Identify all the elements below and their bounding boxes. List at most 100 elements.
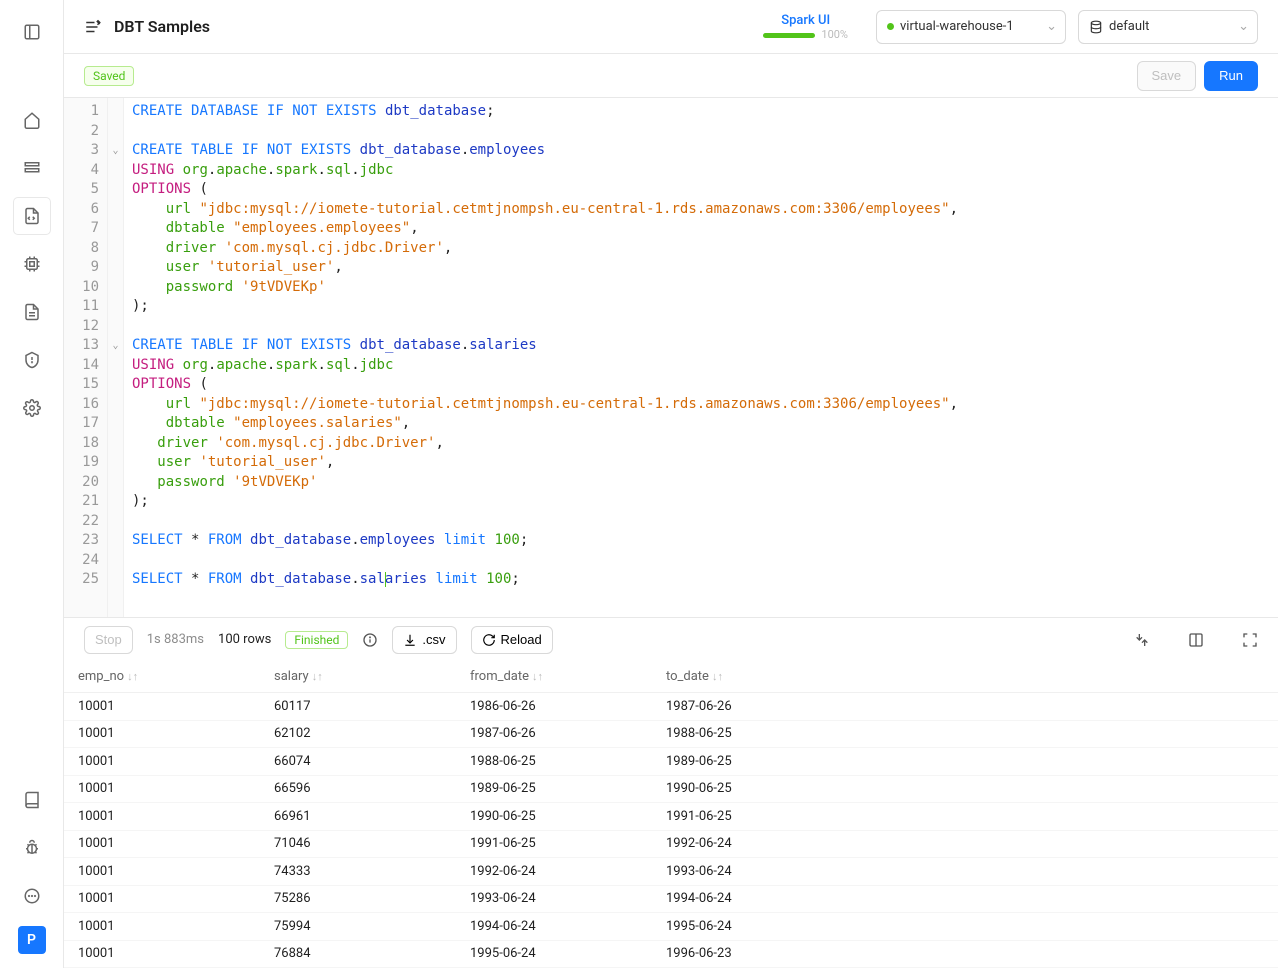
chevron-down-icon: ⌄	[1046, 19, 1057, 34]
table-cell: 74333	[260, 856, 456, 887]
table-cell: 10001	[64, 801, 260, 832]
table-cell: 66074	[260, 746, 456, 777]
table-row[interactable]: 10001660741988-06-251989-06-25	[64, 748, 1278, 776]
table-cell: 10001	[64, 856, 260, 887]
table-row[interactable]: 10001665961989-06-251990-06-25	[64, 776, 1278, 804]
table-row[interactable]: 10001669611990-06-251991-06-25	[64, 803, 1278, 831]
table-cell: 62102	[260, 718, 456, 749]
table-cell: 10001	[64, 911, 260, 942]
toolbar: Saved Save Run	[64, 54, 1278, 98]
code-editor[interactable]: 1234567891011121314151617181920212223242…	[64, 98, 1278, 617]
security-icon[interactable]	[14, 342, 50, 378]
table-cell: 10001	[64, 883, 260, 914]
compute-icon[interactable]	[14, 246, 50, 282]
duration-label: 1s 883ms	[147, 632, 204, 647]
home-icon[interactable]	[14, 102, 50, 138]
table-cell: 1989-06-25	[652, 746, 848, 777]
collapse-icon[interactable]	[1134, 632, 1150, 648]
table-row[interactable]: 10001768841995-06-241996-06-23	[64, 941, 1278, 968]
results-table: emp_no↓↑salary↓↑from_date↓↑to_date↓↑ 100…	[64, 661, 1278, 968]
table-cell: 10001	[64, 718, 260, 749]
column-header[interactable]: from_date↓↑	[456, 661, 652, 692]
warehouse-dropdown[interactable]: virtual-warehouse-1 ⌄	[876, 10, 1066, 44]
spark-ui-block[interactable]: Spark UI 100%	[763, 13, 848, 41]
table-row[interactable]: 10001743331992-06-241993-06-24	[64, 858, 1278, 886]
table-cell: 1987-06-26	[456, 718, 652, 749]
table-cell: 10001	[64, 828, 260, 859]
table-cell: 10001	[64, 773, 260, 804]
reload-icon	[482, 633, 496, 647]
database-value: default	[1109, 19, 1149, 34]
table-row[interactable]: 10001752861993-06-241994-06-24	[64, 886, 1278, 914]
table-header-row: emp_no↓↑salary↓↑from_date↓↑to_date↓↑	[64, 661, 1278, 693]
table-cell: 10001	[64, 938, 260, 968]
table-cell: 1990-06-25	[652, 773, 848, 804]
table-row[interactable]: 10001601171986-06-261987-06-26	[64, 693, 1278, 721]
reload-label: Reload	[501, 632, 542, 647]
column-header[interactable]: emp_no↓↑	[64, 661, 260, 692]
status-tag: Finished	[285, 631, 348, 649]
table-cell: 60117	[260, 691, 456, 722]
page-title: DBT Samples	[114, 17, 210, 36]
table-cell: 1990-06-25	[456, 801, 652, 832]
reload-button[interactable]: Reload	[471, 626, 553, 654]
code-content[interactable]: CREATE DATABASE IF NOT EXISTS dbt_databa…	[124, 98, 1278, 617]
spark-ui-link[interactable]: Spark UI	[781, 13, 830, 28]
table-row[interactable]: 10001710461991-06-251992-06-24	[64, 831, 1278, 859]
bug-icon[interactable]	[14, 830, 50, 866]
chat-icon[interactable]	[14, 878, 50, 914]
avatar[interactable]: P	[18, 926, 46, 954]
table-cell: 66961	[260, 801, 456, 832]
save-button: Save	[1137, 61, 1197, 91]
settings-icon[interactable]	[14, 390, 50, 426]
database-icon	[1089, 20, 1103, 34]
table-cell: 1993-06-24	[652, 856, 848, 887]
csv-button[interactable]: .csv	[392, 626, 456, 654]
spark-percent: 100%	[821, 28, 848, 41]
line-gutter: 1234567891011121314151617181920212223242…	[64, 98, 108, 617]
menu-toggle-icon[interactable]	[84, 18, 102, 36]
table-cell: 1988-06-25	[456, 746, 652, 777]
database-dropdown[interactable]: default ⌄	[1078, 10, 1258, 44]
table-cell: 1994-06-24	[652, 883, 848, 914]
table-cell: 1991-06-25	[456, 828, 652, 859]
results-toolbar: Stop 1s 883ms 100 rows Finished .csv Rel…	[64, 617, 1278, 661]
split-icon[interactable]	[1188, 632, 1204, 648]
table-cell: 10001	[64, 746, 260, 777]
info-icon[interactable]	[362, 632, 378, 648]
stop-button: Stop	[84, 626, 133, 654]
fullscreen-icon[interactable]	[1242, 632, 1258, 648]
spark-progress-bar	[763, 33, 815, 38]
table-cell: 75286	[260, 883, 456, 914]
saved-tag: Saved	[84, 66, 134, 86]
table-cell: 1994-06-24	[456, 911, 652, 942]
column-header[interactable]: to_date↓↑	[652, 661, 848, 692]
table-cell: 1986-06-26	[456, 691, 652, 722]
table-cell: 1992-06-24	[652, 828, 848, 859]
fold-gutter: ⌄⌄	[108, 98, 124, 617]
column-header[interactable]: salary↓↑	[260, 661, 456, 692]
table-cell: 1989-06-25	[456, 773, 652, 804]
table-cell: 1987-06-26	[652, 691, 848, 722]
docs-icon[interactable]	[14, 294, 50, 330]
sql-editor-icon[interactable]	[14, 198, 50, 234]
status-dot	[887, 23, 894, 30]
download-icon	[403, 633, 417, 647]
warehouse-value: virtual-warehouse-1	[900, 19, 1014, 34]
table-cell: 71046	[260, 828, 456, 859]
table-cell: 76884	[260, 938, 456, 968]
table-cell: 1988-06-25	[652, 718, 848, 749]
table-cell: 1993-06-24	[456, 883, 652, 914]
table-cell: 1995-06-24	[652, 911, 848, 942]
rowcount-label: 100 rows	[218, 632, 271, 647]
table-cell: 75994	[260, 911, 456, 942]
book-icon[interactable]	[14, 782, 50, 818]
table-cell: 1995-06-24	[456, 938, 652, 968]
csv-label: .csv	[422, 632, 445, 647]
panel-collapse-icon[interactable]	[14, 14, 50, 50]
table-row[interactable]: 10001759941994-06-241995-06-24	[64, 913, 1278, 941]
run-button[interactable]: Run	[1204, 61, 1258, 91]
data-icon[interactable]	[14, 150, 50, 186]
table-cell: 1992-06-24	[456, 856, 652, 887]
table-row[interactable]: 10001621021987-06-261988-06-25	[64, 721, 1278, 749]
